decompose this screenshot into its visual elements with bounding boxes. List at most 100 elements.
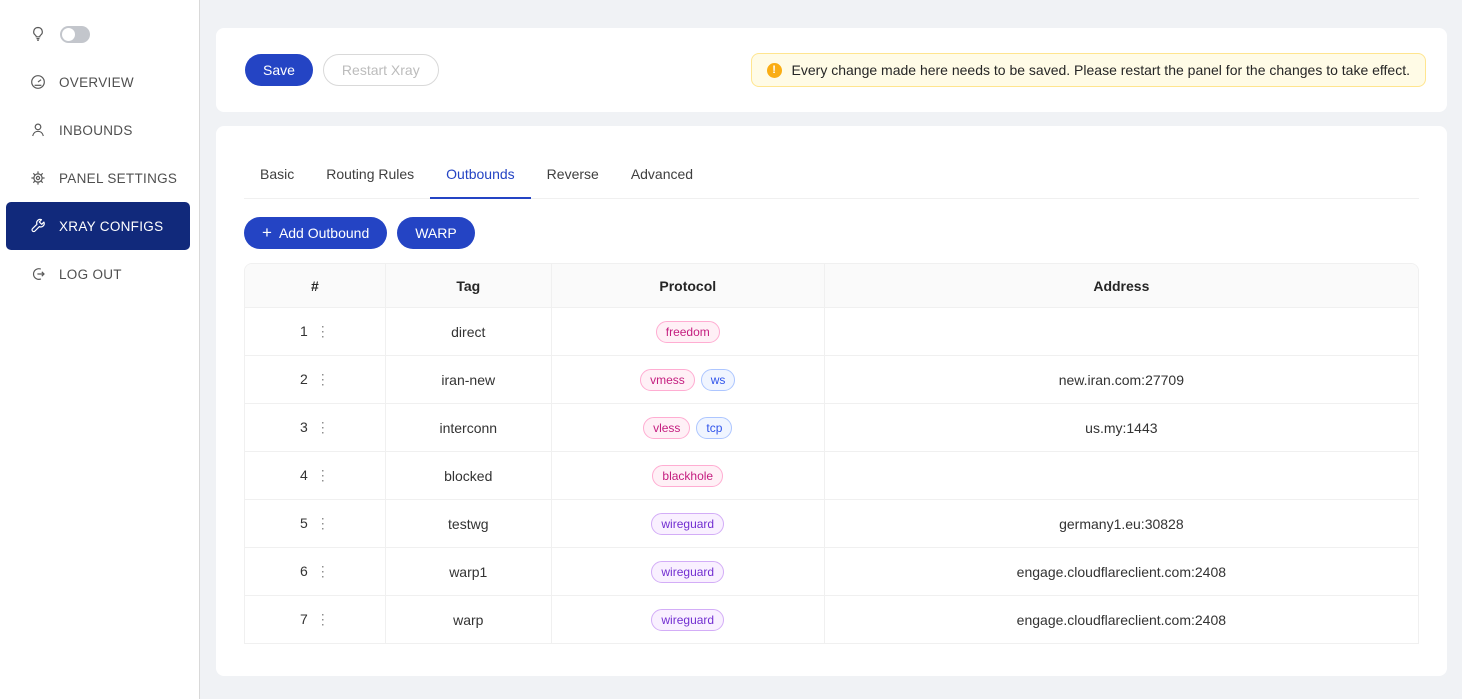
- sidebar-item-label: XRAY CONFIGS: [59, 219, 163, 234]
- dashboard-icon: [30, 74, 46, 90]
- sidebar-item-label: OVERVIEW: [59, 75, 134, 90]
- address-cell: [825, 452, 1418, 500]
- address-cell: engage.cloudflareclient.com:2408: [825, 596, 1418, 644]
- sidebar-item-inbounds[interactable]: INBOUNDS: [0, 106, 199, 154]
- restart-warning-alert: ! Every change made here needs to be sav…: [751, 53, 1426, 87]
- user-icon: [30, 122, 46, 138]
- xray-configs-card: BasicRouting RulesOutboundsReverseAdvanc…: [216, 126, 1447, 676]
- protocol-badge: vless: [643, 417, 690, 439]
- sidebar-nav: OVERVIEW INBOUNDS PANEL SETTINGS XRAY CONFI…: [0, 58, 199, 298]
- tag-cell: warp1: [386, 548, 552, 596]
- toggle-knob: [62, 28, 75, 41]
- tab-routing-rules[interactable]: Routing Rules: [310, 150, 430, 198]
- sidebar-item-label: LOG OUT: [59, 267, 122, 282]
- alert-text: Every change made here needs to be saved…: [792, 62, 1410, 78]
- tab-basic[interactable]: Basic: [244, 150, 310, 198]
- protocol-badge: vmess: [640, 369, 695, 391]
- row-number-cell: 6⋮: [245, 548, 386, 596]
- sidebar-item-xray-configs[interactable]: XRAY CONFIGS: [6, 202, 190, 250]
- row-number-cell: 3⋮: [245, 404, 386, 452]
- protocol-cell: blackhole: [552, 452, 825, 500]
- sidebar-item-panel-settings[interactable]: PANEL SETTINGS: [0, 154, 199, 202]
- add-outbound-button[interactable]: + Add Outbound: [244, 217, 387, 249]
- column-header-address: Address: [825, 264, 1418, 308]
- address-cell: us.my:1443: [825, 404, 1418, 452]
- restart-xray-button[interactable]: Restart Xray: [323, 54, 439, 86]
- warp-button[interactable]: WARP: [397, 217, 474, 249]
- row-number: 6: [300, 563, 308, 579]
- protocol-badge: freedom: [656, 321, 720, 343]
- tag-cell: testwg: [386, 500, 552, 548]
- tab-outbounds[interactable]: Outbounds: [430, 150, 531, 198]
- table-row: 6⋮warp1wireguardengage.cloudflareclient.…: [245, 548, 1418, 596]
- table-row: 4⋮blockedblackhole: [245, 452, 1418, 500]
- address-cell: engage.cloudflareclient.com:2408: [825, 548, 1418, 596]
- drag-handle-icon[interactable]: ⋮: [316, 611, 330, 628]
- row-number: 3: [300, 419, 308, 435]
- sidebar-item-log-out[interactable]: LOG OUT: [0, 250, 199, 298]
- dark-theme-toggle[interactable]: [60, 26, 90, 43]
- save-button[interactable]: Save: [245, 54, 313, 86]
- tab-reverse[interactable]: Reverse: [531, 150, 615, 198]
- row-number: 7: [300, 611, 308, 627]
- tag-cell: interconn: [386, 404, 552, 452]
- warning-icon: !: [767, 63, 782, 78]
- sidebar: OVERVIEW INBOUNDS PANEL SETTINGS XRAY CONFI…: [0, 0, 200, 699]
- tag-cell: warp: [386, 596, 552, 644]
- gear-icon: [30, 170, 46, 186]
- plus-icon: +: [262, 224, 272, 241]
- row-number-cell: 4⋮: [245, 452, 386, 500]
- tag-cell: iran-new: [386, 356, 552, 404]
- row-number: 5: [300, 515, 308, 531]
- drag-handle-icon[interactable]: ⋮: [316, 371, 330, 388]
- tabs-bar: BasicRouting RulesOutboundsReverseAdvanc…: [244, 150, 1419, 199]
- toolbar-card: Save Restart Xray ! Every change made he…: [216, 28, 1447, 112]
- protocol-badge: ws: [701, 369, 736, 391]
- sidebar-item-label: PANEL SETTINGS: [59, 171, 177, 186]
- protocol-cell: freedom: [552, 308, 825, 356]
- row-number: 2: [300, 371, 308, 387]
- theme-toggle-row: [0, 14, 199, 54]
- column-header-num: #: [245, 264, 386, 308]
- actions-row: + Add Outbound WARP: [244, 217, 1419, 249]
- table-row: 5⋮testwgwireguardgermany1.eu:30828: [245, 500, 1418, 548]
- address-cell: germany1.eu:30828: [825, 500, 1418, 548]
- protocol-cell: wireguard: [552, 548, 825, 596]
- row-number-cell: 5⋮: [245, 500, 386, 548]
- address-cell: [825, 308, 1418, 356]
- drag-handle-icon[interactable]: ⋮: [316, 515, 330, 532]
- table-row: 1 ⋮ direct freedom: [245, 308, 1418, 356]
- protocol-badge: wireguard: [651, 609, 724, 631]
- protocol-cell: vmessws: [552, 356, 825, 404]
- row-number: 1: [300, 323, 308, 339]
- app-window: OVERVIEW INBOUNDS PANEL SETTINGS XRAY CONFI…: [0, 0, 1462, 699]
- add-outbound-label: Add Outbound: [279, 225, 369, 241]
- drag-handle-icon[interactable]: ⋮: [316, 467, 330, 484]
- drag-handle-icon[interactable]: ⋮: [316, 323, 330, 340]
- sidebar-item-label: INBOUNDS: [59, 123, 133, 138]
- column-header-protocol: Protocol: [552, 264, 825, 308]
- row-number: 4: [300, 467, 308, 483]
- lightbulb-icon: [30, 26, 46, 42]
- logout-icon: [30, 266, 46, 282]
- tab-advanced[interactable]: Advanced: [615, 150, 709, 198]
- table-row: 2⋮iran-newvmesswsnew.iran.com:27709: [245, 356, 1418, 404]
- outbounds-table: #TagProtocolAddress 1 ⋮ direct freedom 2 ⋮ ira…: [244, 263, 1419, 644]
- wrench-icon: [30, 218, 46, 234]
- protocol-cell: wireguard: [552, 596, 825, 644]
- table-row: 7⋮warpwireguardengage.cloudflareclient.c…: [245, 596, 1418, 644]
- protocol-cell: wireguard: [552, 500, 825, 548]
- column-header-tag: Tag: [386, 264, 552, 308]
- row-number-cell: 7⋮: [245, 596, 386, 644]
- sidebar-item-overview[interactable]: OVERVIEW: [0, 58, 199, 106]
- address-cell: new.iran.com:27709: [825, 356, 1418, 404]
- drag-handle-icon[interactable]: ⋮: [316, 563, 330, 580]
- protocol-badge: blackhole: [652, 465, 723, 487]
- drag-handle-icon[interactable]: ⋮: [316, 419, 330, 436]
- tag-cell: blocked: [386, 452, 552, 500]
- main-content: Save Restart Xray ! Every change made he…: [200, 0, 1462, 699]
- protocol-badge: tcp: [696, 417, 732, 439]
- table-row: 3⋮interconnvlesstcpus.my:1443: [245, 404, 1418, 452]
- tag-cell: direct: [386, 308, 552, 356]
- protocol-badge: wireguard: [651, 513, 724, 535]
